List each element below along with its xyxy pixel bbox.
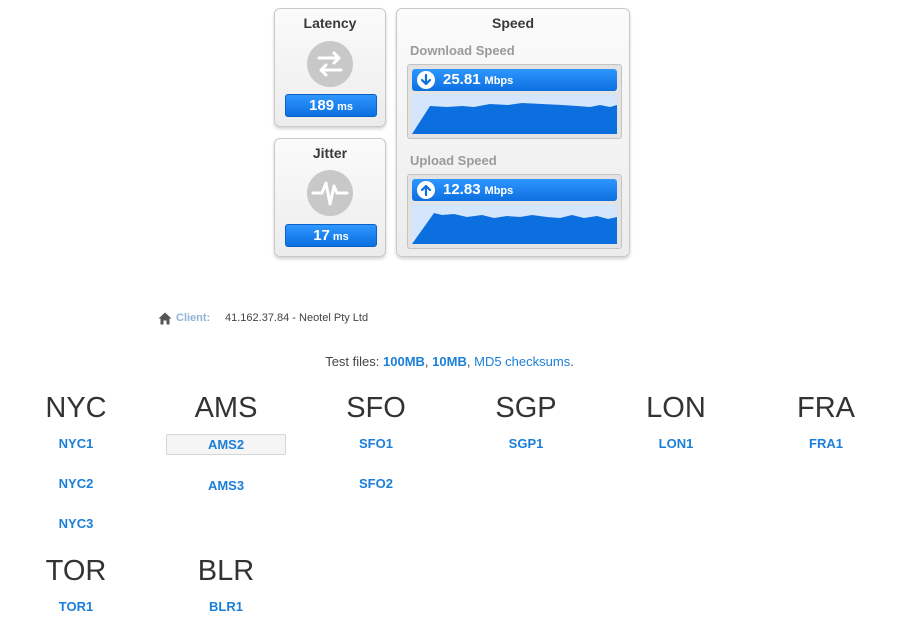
datacenter-link-ams2[interactable]: AMS2 <box>166 434 286 455</box>
download-speed-label: Download Speed <box>410 43 515 58</box>
datacenter-link-sgp1[interactable]: SGP1 <box>451 436 601 451</box>
jitter-unit: ms <box>332 231 349 243</box>
datacenter-link-sfo1[interactable]: SFO1 <box>301 436 451 451</box>
datacenter-fra: FRA FRA1 <box>751 390 899 451</box>
datacenter-tor: TOR TOR1 <box>1 553 151 614</box>
client-label: Client: <box>176 312 211 324</box>
test-files: Test files: 100MB, 10MB, MD5 checksums. <box>0 354 899 369</box>
download-unit: Mbps <box>484 75 514 87</box>
upload-graph: 12.83 Mbps <box>407 174 622 249</box>
speed-title: Speed <box>491 15 534 31</box>
latency-unit: ms <box>337 101 353 113</box>
download-graph: 25.81 Mbps <box>407 64 622 139</box>
datacenter-link-nyc1[interactable]: NYC1 <box>1 436 151 451</box>
datacenter-link-blr1[interactable]: BLR1 <box>151 599 301 614</box>
upload-unit: Mbps <box>484 185 514 197</box>
datacenter-ams: AMS AMS2 AMS3 <box>151 390 301 493</box>
comma-1: , <box>424 354 429 369</box>
datacenter-blr: BLR BLR1 <box>151 553 301 614</box>
download-chart <box>412 94 617 134</box>
home-icon <box>158 312 172 328</box>
download-number: 25.81 <box>443 71 481 88</box>
period: . <box>570 354 574 369</box>
arrows-exchange-icon <box>307 41 353 87</box>
datacenter-link-sfo2[interactable]: SFO2 <box>301 476 451 491</box>
datacenter-link-fra1[interactable]: FRA1 <box>751 436 899 451</box>
latency-panel: Latency 189 ms <box>274 8 386 127</box>
datacenter-code: LON <box>646 392 706 424</box>
latency-title: Latency <box>303 15 357 31</box>
latency-value: 189 ms <box>285 94 377 117</box>
datacenter-lon: LON LON1 <box>601 390 751 451</box>
datacenter-nyc: NYC NYC1 NYC2 NYC3 <box>1 390 151 531</box>
link-100mb[interactable]: 100MB <box>383 354 425 369</box>
upload-chart <box>412 204 617 244</box>
jitter-title: Jitter <box>312 145 348 161</box>
datacenter-sgp: SGP SGP1 <box>451 390 601 451</box>
upload-number: 12.83 <box>443 181 481 198</box>
datacenter-link-tor1[interactable]: TOR1 <box>1 599 151 614</box>
pulse-icon <box>307 170 353 216</box>
comma-2: , <box>466 354 471 369</box>
datacenter-code: BLR <box>197 555 255 587</box>
datacenter-code: AMS <box>194 392 258 424</box>
upload-speed-label: Upload Speed <box>410 153 497 168</box>
download-value: 25.81 Mbps <box>412 69 617 91</box>
jitter-number: 17 <box>313 227 330 244</box>
datacenter-code: FRA <box>797 392 855 424</box>
test-files-label: Test files: <box>325 354 380 369</box>
jitter-value: 17 ms <box>285 224 377 247</box>
datacenter-code: SFO <box>346 392 406 424</box>
datacenter-link-lon1[interactable]: LON1 <box>601 436 751 451</box>
datacenter-code: TOR <box>45 555 107 587</box>
datacenter-code: SGP <box>495 392 557 424</box>
link-md5-checksums[interactable]: MD5 checksums <box>474 354 570 369</box>
jitter-panel: Jitter 17 ms <box>274 138 386 257</box>
datacenter-code: NYC <box>45 392 107 424</box>
latency-number: 189 <box>309 97 335 114</box>
link-10mb[interactable]: 10MB <box>432 354 467 369</box>
arrow-up-circle-icon <box>417 181 435 199</box>
datacenter-sfo: SFO SFO1 SFO2 <box>301 390 451 491</box>
client-value: 41.162.37.84 - Neotel Pty Ltd <box>225 312 369 324</box>
arrow-down-circle-icon <box>417 71 435 89</box>
datacenter-link-ams3[interactable]: AMS3 <box>151 478 301 493</box>
upload-value: 12.83 Mbps <box>412 179 617 201</box>
speed-panel: Speed Download Speed 25.81 Mbps Upload Sp… <box>396 8 630 257</box>
datacenter-link-nyc2[interactable]: NYC2 <box>1 476 151 491</box>
datacenter-link-nyc3[interactable]: NYC3 <box>1 516 151 531</box>
